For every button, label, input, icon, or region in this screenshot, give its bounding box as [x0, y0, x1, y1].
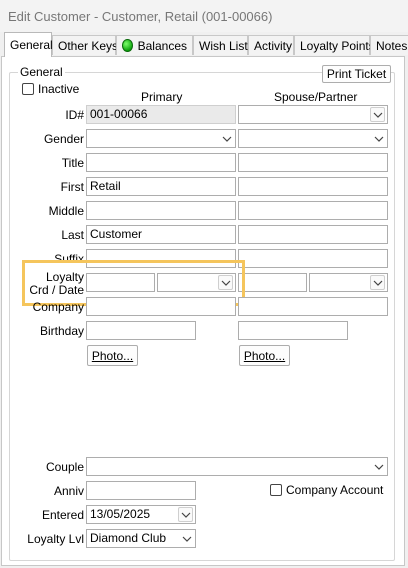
anniv-label: Anniv — [53, 484, 84, 498]
spouse-photo-label: Photo... — [243, 348, 286, 363]
spouse-first-input[interactable] — [238, 177, 388, 196]
tab-wish-list[interactable]: Wish List — [193, 35, 248, 55]
tab-activity-label: Activity — [254, 38, 293, 53]
id-label: ID# — [65, 108, 84, 122]
couple-select[interactable] — [86, 457, 388, 476]
chevron-down-icon — [370, 107, 385, 122]
entered-date-value: 13/05/2025 — [90, 507, 151, 521]
tab-other-keys-label: Other Keys — [58, 38, 119, 53]
primary-company-input[interactable] — [86, 297, 236, 316]
tab-general[interactable]: General — [4, 32, 53, 57]
tab-general-label: General — [10, 38, 53, 52]
spouse-title-input[interactable] — [238, 153, 388, 172]
primary-id-field: 001-00066 — [86, 105, 236, 124]
window-title: Edit Customer - Customer, Retail (001-00… — [8, 9, 273, 24]
tab-balances-label: Balances — [137, 38, 187, 53]
last-label: Last — [61, 228, 84, 242]
chevron-down-icon — [220, 131, 234, 146]
spouse-gender-select[interactable] — [238, 129, 388, 148]
spouse-birthday-input[interactable] — [238, 321, 348, 340]
tab-loyalty-points[interactable]: Loyalty Points — [294, 35, 375, 55]
primary-column-header: Primary — [141, 90, 183, 104]
spouse-last-input[interactable] — [238, 225, 388, 244]
middle-label: Middle — [48, 204, 84, 218]
loyalty-level-select[interactable]: Diamond Club — [86, 529, 196, 548]
title-label: Title — [61, 156, 84, 170]
spouse-middle-input[interactable] — [238, 201, 388, 220]
tab-loyalty-points-label: Loyalty Points — [300, 38, 375, 53]
primary-title-input[interactable] — [86, 153, 236, 172]
company-label: Company — [32, 300, 84, 314]
tab-notes[interactable]: Notes — [370, 35, 408, 55]
spouse-column-header: Spouse/Partner — [274, 90, 358, 104]
inactive-checkbox[interactable] — [22, 83, 34, 95]
primary-photo-label: Photo... — [91, 348, 134, 363]
chevron-down-icon — [372, 131, 386, 146]
spouse-company-input[interactable] — [238, 297, 388, 316]
primary-gender-select[interactable] — [86, 129, 236, 148]
tab-balances[interactable]: Balances — [116, 35, 193, 55]
company-account-label: Company Account — [286, 483, 384, 497]
first-label: First — [60, 180, 84, 194]
spouse-photo-button[interactable]: Photo... — [239, 345, 290, 366]
print-ticket-button[interactable]: Print Ticket — [322, 65, 391, 83]
loyalty-level-value: Diamond Club — [90, 531, 167, 545]
spouse-loyalty-card-input[interactable] — [238, 273, 307, 292]
loyalty-level-label: Loyalty Lvl — [27, 532, 84, 546]
tab-activity[interactable]: Activity — [248, 35, 294, 55]
general-group-label: General — [18, 65, 65, 79]
chevron-down-icon — [180, 531, 194, 546]
tab-wish-list-label: Wish List — [199, 38, 248, 53]
title-bar: Edit Customer - Customer, Retail (001-00… — [0, 0, 408, 32]
primary-birthday-input[interactable] — [86, 321, 196, 340]
chevron-down-icon — [372, 459, 386, 474]
primary-first-input[interactable]: Retail — [86, 177, 236, 196]
spouse-id-combo[interactable] — [238, 105, 388, 124]
chevron-down-icon — [370, 275, 385, 290]
green-status-dot-icon — [122, 39, 133, 52]
company-account-checkbox[interactable] — [270, 484, 282, 496]
entered-label: Entered — [41, 508, 84, 522]
inactive-label: Inactive — [38, 82, 80, 96]
gender-label: Gender — [43, 132, 84, 146]
primary-last-input[interactable]: Customer — [86, 225, 236, 244]
primary-photo-button[interactable]: Photo... — [87, 345, 138, 366]
anniv-input[interactable] — [86, 481, 196, 500]
birthday-label: Birthday — [39, 324, 84, 338]
primary-middle-input[interactable] — [86, 201, 236, 220]
tab-other-keys[interactable]: Other Keys — [52, 35, 119, 55]
couple-label: Couple — [45, 460, 84, 474]
spouse-suffix-input[interactable] — [238, 249, 388, 268]
entered-date-picker[interactable]: 13/05/2025 — [86, 505, 196, 524]
spouse-loyalty-date-picker[interactable] — [309, 273, 388, 292]
tab-notes-label: Notes — [376, 38, 408, 53]
chevron-down-icon — [178, 507, 193, 522]
